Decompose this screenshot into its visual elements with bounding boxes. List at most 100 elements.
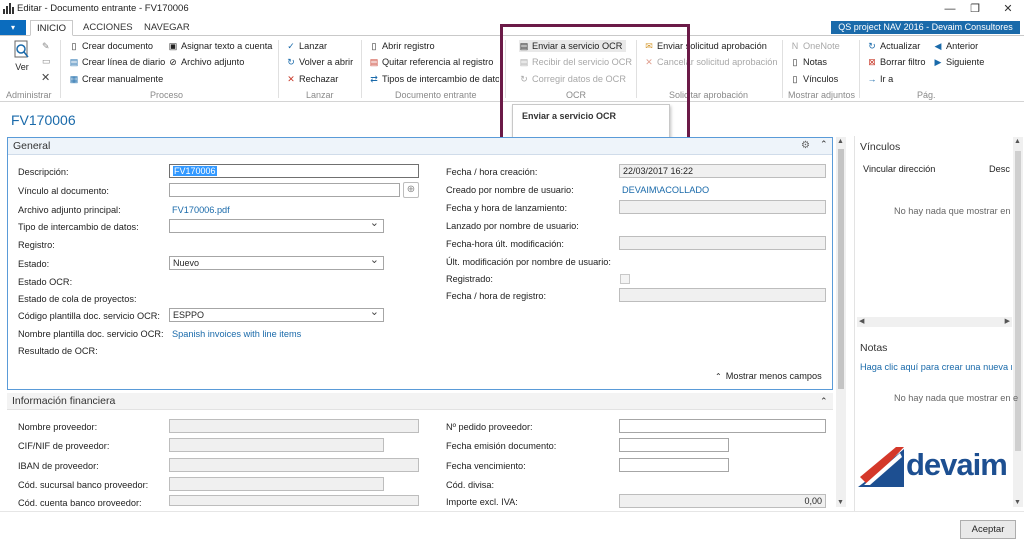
devaim-logo-text: devaim — [906, 447, 1008, 482]
fecha-registro-field[interactable] — [619, 288, 826, 302]
scroll-thumb[interactable] — [838, 149, 844, 389]
creado-por-link[interactable]: DEVAIM\ACOLLADO — [622, 185, 709, 195]
crear-nota-link[interactable]: Haga clic aquí para crear una nueva no — [860, 362, 1012, 372]
fecha-vencimiento-field[interactable] — [619, 458, 729, 472]
footer-divider — [0, 511, 1024, 512]
collapse-general-icon[interactable]: ⌃ — [820, 139, 828, 150]
scroll-down-icon[interactable]: ▼ — [837, 499, 844, 506]
anterior-button[interactable]: ◀ Anterior — [933, 40, 979, 52]
edit-pencil-icon[interactable]: ✎ — [42, 41, 50, 52]
view-label: Ver — [15, 62, 29, 72]
codigo-plantilla-dropdown[interactable]: ESPPO — [169, 308, 384, 322]
volver-abrir-button[interactable]: ↻ Volver a abrir — [286, 56, 353, 68]
ir-a-button[interactable]: → Ir a — [867, 73, 894, 85]
tipo-intercambio-dropdown[interactable] — [169, 219, 384, 233]
cod-cuenta-field[interactable] — [169, 495, 419, 506]
open-link-globe-icon[interactable]: ⊕ — [403, 182, 419, 198]
rechazar-button[interactable]: ✕ Rechazar — [286, 73, 338, 85]
registrado-checkbox[interactable] — [620, 274, 630, 284]
factbox-scroll-up-icon[interactable]: ▲ — [1014, 138, 1021, 145]
crear-linea-label: Crear línea de diario — [82, 57, 166, 67]
collapse-financiera-icon[interactable]: ⌃ — [820, 396, 828, 407]
mostrar-menos-button[interactable]: ⌃ Mostrar menos campos — [715, 371, 822, 381]
vinculo-field[interactable] — [169, 183, 400, 197]
estado-dropdown[interactable]: Nuevo — [169, 256, 384, 270]
scroll-right-icon[interactable]: ▶ — [1005, 317, 1010, 325]
crear-linea-diario-button[interactable]: ▤ Crear línea de diario — [69, 56, 166, 68]
estado-value: Nuevo — [173, 258, 200, 268]
group-label-proceso: Proceso — [150, 90, 184, 100]
quitar-referencia-button[interactable]: ▤ Quitar referencia al registro — [369, 56, 494, 68]
general-title: General — [13, 140, 51, 152]
factbox-vscrollbar[interactable]: ▲ ▼ — [1013, 137, 1023, 507]
onenote-button[interactable]: N OneNote — [790, 40, 840, 52]
abrir-registro-label: Abrir registro — [382, 41, 435, 51]
resultado-ocr-label: Resultado de OCR: — [18, 346, 98, 356]
importe-excl-field[interactable]: 0,00 — [619, 494, 826, 508]
factbox-scroll-down-icon[interactable]: ▼ — [1014, 499, 1021, 506]
fecha-ult-mod-field[interactable] — [619, 236, 826, 250]
fecha-creacion-field[interactable]: 22/03/2017 16:22 — [619, 164, 826, 178]
lanzar-button[interactable]: ✓ Lanzar — [286, 40, 327, 52]
nombre-proveedor-field[interactable] — [169, 419, 419, 433]
personalize-gear-icon[interactable]: ⚙ — [801, 140, 810, 151]
financiera-header[interactable]: Información financiera — [7, 393, 833, 410]
links-icon: ▯ — [792, 74, 798, 84]
pedido-proveedor-field[interactable] — [619, 419, 826, 433]
vinculos-empty-text: No hay nada que mostrar en e — [894, 206, 1019, 216]
tab-acciones[interactable]: ACCIONES — [77, 20, 139, 36]
factbox-scroll-thumb[interactable] — [1015, 151, 1021, 451]
view-button[interactable]: Ver — [10, 40, 34, 84]
vinculos-hscrollbar[interactable]: ◀ ▶ — [857, 317, 1012, 327]
notas-empty-text: No hay nada que mostrar en e — [894, 393, 1019, 403]
company-badge[interactable]: QS project NAV 2016 - Devaim Consultores — [831, 21, 1020, 34]
crear-documento-button[interactable]: ▯ Crear documento — [69, 40, 153, 52]
tab-inicio[interactable]: INICIO — [30, 20, 74, 36]
main-scrollbar[interactable]: ▲ ▼ — [836, 137, 846, 507]
title-bar: Editar - Documento entrante - FV170006 —… — [0, 0, 1024, 19]
vinculo-label: Vínculo al documento: — [18, 186, 109, 196]
cod-sucursal-field[interactable] — [169, 477, 384, 491]
asignar-texto-label: Asignar texto a cuenta — [181, 41, 273, 51]
descripcion-header: Desc — [989, 164, 1010, 174]
file-menu-button[interactable]: ▾ — [0, 20, 26, 35]
tab-navegar[interactable]: NAVEGAR — [138, 20, 196, 36]
ribbon-separator — [782, 40, 783, 98]
ribbon-separator — [859, 40, 860, 98]
crear-manual-label: Crear manualmente — [82, 74, 164, 84]
archivo-adjunto-button[interactable]: ⊘ Archivo adjunto — [168, 56, 244, 68]
asignar-texto-button[interactable]: ▣ Asignar texto a cuenta — [168, 40, 273, 52]
crear-documento-label: Crear documento — [82, 41, 153, 51]
crear-manualmente-button[interactable]: ▦ Crear manualmente — [69, 73, 163, 85]
general-header[interactable]: General — [8, 138, 832, 155]
descripcion-field[interactable]: FV170006 — [169, 164, 419, 178]
new-document-icon[interactable]: ▭ — [42, 56, 51, 67]
nombre-plantilla-link[interactable]: Spanish invoices with line items — [172, 329, 301, 339]
delete-icon[interactable]: ✕ — [41, 71, 50, 84]
devaim-logo-icon — [858, 447, 904, 487]
actualizar-button[interactable]: ↻ Actualizar — [867, 40, 920, 52]
notas-button[interactable]: ▯ Notas — [790, 56, 828, 68]
fecha-emision-label: Fecha emisión documento: — [446, 441, 557, 451]
borrar-filtro-button[interactable]: ⊠ Borrar filtro — [867, 56, 925, 68]
iban-field[interactable] — [169, 458, 419, 472]
financiera-title: Información financiera — [12, 395, 116, 407]
window-title: Editar - Documento entrante - FV170006 — [17, 3, 189, 14]
close-window-button[interactable]: ✕ — [993, 0, 1023, 19]
cif-nif-field[interactable] — [169, 438, 384, 452]
fecha-emision-field[interactable] — [619, 438, 729, 452]
fecha-lanzamiento-field[interactable] — [619, 200, 826, 214]
scroll-left-icon[interactable]: ◀ — [859, 317, 864, 325]
aceptar-button[interactable]: Aceptar — [960, 520, 1016, 539]
restore-button[interactable]: ❐ — [960, 0, 990, 19]
scroll-up-icon[interactable]: ▲ — [837, 138, 844, 145]
clear-filter-icon: ⊠ — [868, 57, 876, 67]
checkmark-icon: ✓ — [287, 41, 295, 51]
vinculos-button[interactable]: ▯ Vínculos — [790, 73, 839, 85]
archivo-link[interactable]: FV170006.pdf — [172, 205, 230, 215]
siguiente-button[interactable]: ▶ Siguiente — [933, 56, 985, 68]
abrir-registro-button[interactable]: ▯ Abrir registro — [369, 40, 435, 52]
borrar-filtro-label: Borrar filtro — [880, 57, 926, 67]
tipos-intercambio-button[interactable]: ⇄ Tipos de intercambio de datos — [369, 73, 499, 85]
data-exchange-icon: ⇄ — [370, 74, 378, 84]
